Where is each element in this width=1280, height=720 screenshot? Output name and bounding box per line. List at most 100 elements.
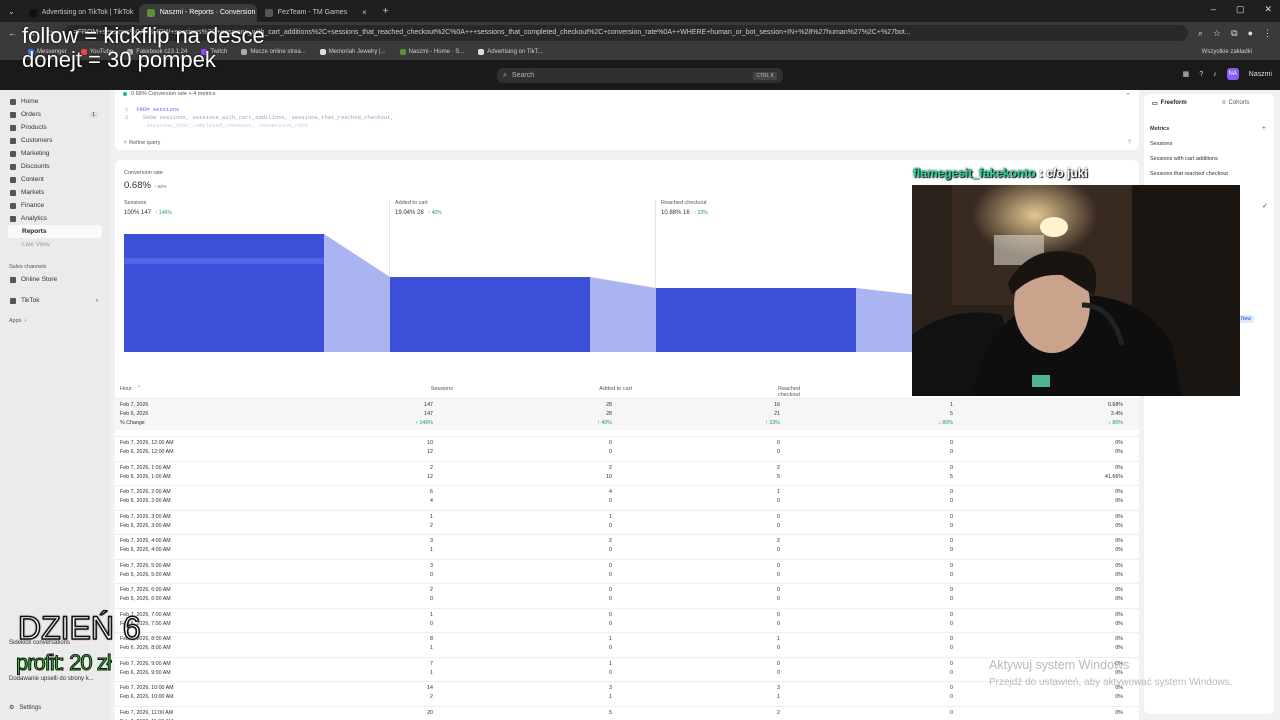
table-cell: 147 bbox=[424, 411, 433, 417]
table-row[interactable]: Feb 7, 2026, 6:00 AM 2 0 0 0 0% Feb 6, 2026, 6… bbox=[115, 583, 1139, 608]
table-row[interactable]: Feb 7, 2026, 10:00 AM 14 3 3 0 0% Feb 6, 2026,… bbox=[115, 681, 1139, 706]
table-cell: ↑ 33% bbox=[765, 420, 780, 426]
help-icon[interactable]: ? bbox=[1199, 71, 1203, 78]
table-cell: 0 bbox=[950, 522, 953, 529]
column-header[interactable]: Added to cart bbox=[592, 386, 632, 392]
extensions-icon[interactable]: ⧉ bbox=[1231, 28, 1237, 39]
sidebar-item-home[interactable]: Home bbox=[0, 95, 110, 108]
bookmark-item[interactable]: Memoriah Jewelry |... bbox=[319, 49, 386, 55]
query-line-1[interactable]: 1 FROM sessions bbox=[125, 106, 179, 113]
profile-icon[interactable]: ● bbox=[1248, 28, 1253, 38]
search-bar[interactable]: ⌕ Search CTRL K bbox=[497, 68, 783, 83]
table-row[interactable]: Feb 7, 2026, 12:00 AM 10 0 0 0 0% Feb 6, 2026,… bbox=[115, 436, 1139, 461]
minimize-icon[interactable]: – bbox=[1211, 4, 1216, 15]
close-window-icon[interactable]: ✕ bbox=[1264, 4, 1272, 15]
tab-1[interactable]: Advertising on TikTok | TikTok× bbox=[21, 4, 139, 22]
table-row[interactable]: Feb 7, 2026, 4:00 AM 3 2 2 0 0% Feb 6, 2026, 4… bbox=[115, 534, 1139, 559]
funnel-bar[interactable] bbox=[124, 234, 324, 352]
table-cell: 0 bbox=[950, 513, 953, 520]
sidebar-item-markets[interactable]: Markets bbox=[0, 186, 110, 199]
table-cell: 0 bbox=[609, 571, 612, 578]
refine-query-button[interactable]: ✧ Refine query bbox=[123, 140, 160, 146]
query-line-2[interactable]: 2 SHOW sessions, sessions_with_cart_addi… bbox=[125, 114, 394, 121]
settings-link[interactable]: ⚙ Settings bbox=[0, 704, 110, 712]
count-badge: 1 bbox=[89, 111, 98, 118]
back-icon[interactable]: ← bbox=[8, 28, 17, 38]
metric-item[interactable]: Sessions that reached checkout bbox=[1150, 171, 1228, 177]
table-row[interactable]: Feb 7, 2026, 3:00 AM 1 1 0 0 0% Feb 6, 2026, 3… bbox=[115, 509, 1139, 535]
table-cell: 0% bbox=[1115, 498, 1123, 504]
table-cell: 0 bbox=[950, 571, 953, 578]
table-row[interactable]: Feb 7, 2026, 1:00 AM 2 2 2 0 0% Feb 6, 2026, 1… bbox=[115, 460, 1139, 486]
funnel-bar[interactable] bbox=[390, 277, 590, 352]
table-cell: 6 bbox=[430, 489, 433, 495]
table-cell: 10 bbox=[427, 440, 433, 446]
sidebar-item-products[interactable]: Products bbox=[0, 121, 110, 134]
new-tab-button[interactable]: + bbox=[383, 6, 389, 17]
table-row[interactable]: Feb 7, 2026, 11:00 AM205200%Feb 6, 2026,… bbox=[115, 705, 1139, 720]
table-row[interactable]: Feb 7, 2026, 9:00 AM 7 1 0 0 0% Feb 6, 2026, 9… bbox=[115, 656, 1139, 682]
column-header[interactable]: Reached checkout bbox=[760, 386, 800, 398]
close-icon[interactable]: × bbox=[362, 8, 367, 17]
zoom-icon[interactable]: ⌕ bbox=[1198, 28, 1203, 39]
table-cell: Feb 6, 2026, 6:00 AM bbox=[120, 596, 171, 602]
tab-freeform[interactable]: ▭ Freeform bbox=[1152, 100, 1187, 107]
bookmark-item[interactable]: Advertising on TikT... bbox=[478, 49, 543, 55]
table-cell: 0 bbox=[609, 547, 612, 553]
sidebar-item-live-view[interactable]: Live View bbox=[0, 238, 110, 251]
metric-item[interactable]: Sessions bbox=[1150, 141, 1172, 147]
sort-icon[interactable]: ⌃ bbox=[137, 385, 141, 391]
conversion-rate-value: 0.68% ↑ 92% bbox=[124, 180, 166, 191]
sidebar-item-label: Online Store bbox=[21, 276, 58, 283]
sidebar-item-finance[interactable]: Finance bbox=[0, 199, 110, 212]
sidebar-item-analytics[interactable]: Analytics bbox=[0, 212, 110, 225]
table-cell: Feb 7, 2026 bbox=[120, 402, 149, 408]
sidebar-item-label: Customers bbox=[21, 137, 53, 144]
table-row[interactable]: Feb 7, 2026, 8:00 AM 8 1 1 0 0% Feb 6, 2026, 8… bbox=[115, 632, 1139, 657]
bookmark-item[interactable]: Naszmi - Home · S... bbox=[399, 49, 464, 55]
table-cell: 0% bbox=[1115, 562, 1123, 569]
collapse-icon[interactable]: ⌃ bbox=[1125, 92, 1131, 100]
help-icon[interactable]: ? bbox=[1128, 140, 1131, 146]
column-header[interactable]: Sessions bbox=[413, 386, 453, 392]
sidebar-item-marketing[interactable]: Marketing bbox=[0, 147, 110, 160]
sidebar-item-reports[interactable]: Reports bbox=[8, 225, 102, 238]
sidebar-item-content[interactable]: Content bbox=[0, 173, 110, 186]
table-cell: 1 bbox=[430, 669, 433, 676]
query-line-3[interactable]: sessions_that_completed_checkout, conver… bbox=[125, 122, 308, 129]
sidebar-item-customers[interactable]: Customers bbox=[0, 134, 110, 147]
checkmark-icon: ✓ bbox=[1262, 203, 1268, 210]
bell-icon[interactable]: ♪ bbox=[1213, 71, 1217, 78]
sales-channels-heading[interactable]: Sales channels bbox=[0, 261, 110, 273]
table-cell: Feb 6, 2026 bbox=[120, 411, 149, 417]
avatar[interactable]: NA bbox=[1226, 68, 1239, 80]
sidebar-item-orders[interactable]: Orders 1 bbox=[0, 108, 110, 121]
table-cell: 0 bbox=[777, 645, 780, 651]
all-bookmarks-link[interactable]: Wszystkie zakładki bbox=[1202, 49, 1252, 55]
menu-dots-icon[interactable]: ⋮ bbox=[1263, 28, 1272, 39]
table-cell: Feb 7, 2026, 3:00 AM bbox=[120, 513, 171, 520]
tab-3[interactable]: FezTeam - TM Games × bbox=[257, 4, 375, 22]
search-input[interactable]: Search bbox=[512, 72, 534, 79]
store-name[interactable]: Naszmi bbox=[1249, 71, 1272, 78]
funnel-bar[interactable] bbox=[656, 288, 856, 352]
sidebar-item-discounts[interactable]: Discounts bbox=[0, 160, 110, 173]
table-row[interactable]: Feb 7, 2026, 7:00 AM 1 0 0 0 0% Feb 6, 2026, 7… bbox=[115, 607, 1139, 633]
table-cell: 0 bbox=[950, 669, 953, 676]
table-row[interactable]: Feb 7, 2026, 2:00 AM 6 4 1 0 0% Feb 6, 2026, 2… bbox=[115, 485, 1139, 510]
apps-heading[interactable]: Apps › bbox=[0, 315, 110, 327]
sidebar-item-tiktok[interactable]: TikTok › bbox=[0, 294, 110, 307]
tab-2[interactable]: Naszmi - Reports · Conversion× bbox=[138, 3, 257, 22]
sidebar-item-online-store[interactable]: Online Store bbox=[0, 273, 110, 286]
table-row[interactable]: Feb 7, 2026, 5:00 AM 3 0 0 0 0% Feb 6, 2026, 5… bbox=[115, 558, 1139, 584]
star-icon[interactable]: ☆ bbox=[1213, 28, 1221, 39]
tab-cohorts[interactable]: ≡ Cohorts bbox=[1222, 100, 1250, 106]
maximize-icon[interactable]: ▢ bbox=[1236, 4, 1245, 15]
add-metric-button[interactable]: + bbox=[1262, 125, 1266, 132]
column-header[interactable]: Hour bbox=[120, 386, 132, 392]
upsell-link[interactable]: Dodawanie upselli do strony k... bbox=[0, 676, 110, 688]
store-icon[interactable]: ▦ bbox=[1183, 70, 1190, 78]
metric-item[interactable]: Sessions with cart additions bbox=[1150, 156, 1218, 162]
tab-menu-icon[interactable]: ⌄ bbox=[8, 7, 15, 16]
table-cell: 0 bbox=[430, 571, 433, 578]
